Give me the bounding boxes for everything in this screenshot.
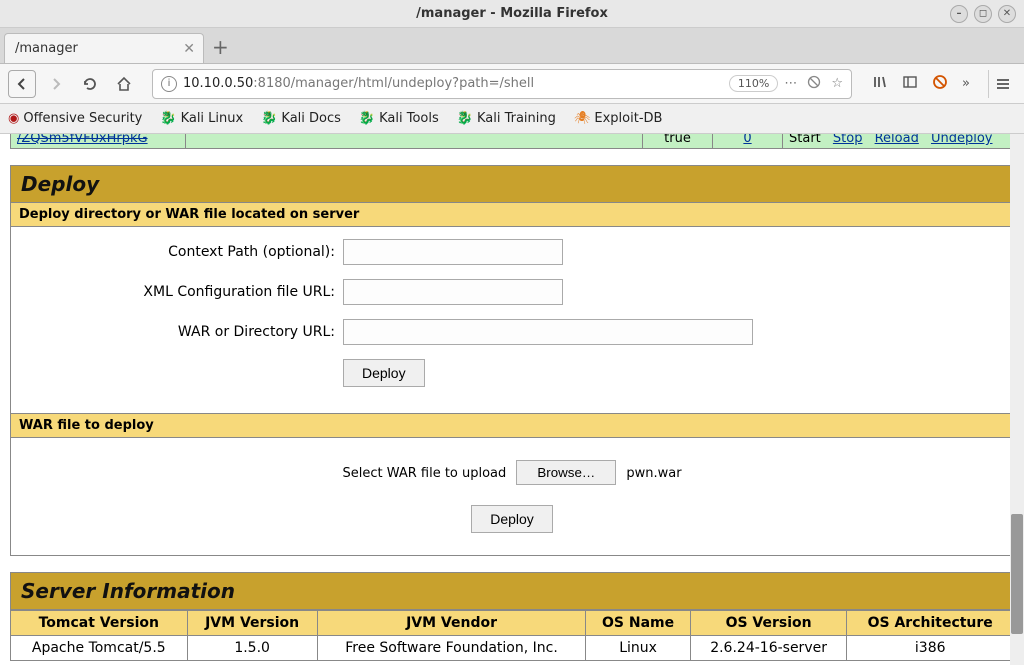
application-row: /ZQSm5fVF0xHrpkG true 0 Start Stop Reloa… [10, 134, 1014, 149]
browser-tab[interactable]: /manager ✕ [4, 33, 204, 63]
back-button[interactable] [8, 70, 36, 98]
library-icon[interactable] [872, 74, 888, 94]
tab-bar: /manager ✕ + [0, 28, 1024, 64]
bookmark-exploit-db[interactable]: 🕷 Exploit-DB [574, 111, 663, 126]
page-content: /ZQSm5fVF0xHrpkG true 0 Start Stop Reloa… [0, 134, 1024, 665]
deploy-button[interactable]: Deploy [343, 359, 425, 387]
deploy-section-title: Deploy [10, 165, 1014, 203]
window-title: /manager - Mozilla Firefox [416, 6, 608, 21]
val-os-version: 2.6.24-16-server [690, 636, 847, 661]
dragon-icon: 🐉 [457, 111, 473, 126]
app-undeploy-link[interactable]: Undeploy [931, 134, 993, 146]
selected-file: pwn.war [626, 466, 681, 481]
val-jvm-vendor: Free Software Foundation, Inc. [317, 636, 586, 661]
val-jvm-version: 1.5.0 [187, 636, 317, 661]
col-os-version: OS Version [690, 611, 847, 636]
col-os-name: OS Name [586, 611, 690, 636]
menu-button[interactable] [988, 70, 1016, 98]
bookmark-kali-docs[interactable]: 🐉 Kali Docs [261, 111, 341, 126]
server-info-table: Tomcat Version JVM Version JVM Vendor OS… [10, 610, 1014, 661]
val-os-name: Linux [586, 636, 690, 661]
server-info-title: Server Information [10, 572, 1014, 610]
col-tomcat: Tomcat Version [11, 611, 188, 636]
app-sessions-link[interactable]: 0 [743, 134, 751, 146]
url-text: 10.10.0.50:8180/manager/html/undeploy?pa… [183, 76, 723, 91]
val-os-arch: i386 [847, 636, 1014, 661]
dragon-icon: 🐉 [261, 111, 277, 126]
close-button[interactable]: ✕ [998, 5, 1016, 23]
zoom-badge[interactable]: 110% [729, 75, 778, 92]
col-os-arch: OS Architecture [847, 611, 1014, 636]
app-start: Start [789, 134, 821, 146]
bookmarks-bar: ◉ Offensive Security 🐉 Kali Linux 🐉 Kali… [0, 104, 1024, 134]
bookmark-kali-training[interactable]: 🐉 Kali Training [457, 111, 556, 126]
upload-deploy-button[interactable]: Deploy [471, 505, 553, 533]
dragon-icon: 🐉 [160, 111, 176, 126]
val-tomcat: Apache Tomcat/5.5 [11, 636, 188, 661]
dragon-icon: 🐉 [359, 111, 375, 126]
bookmark-kali-tools[interactable]: 🐉 Kali Tools [359, 111, 439, 126]
reload-button[interactable] [76, 70, 104, 98]
col-jvm-version: JVM Version [187, 611, 317, 636]
upload-label: Select WAR file to upload [342, 466, 506, 481]
overflow-icon[interactable]: » [962, 76, 970, 91]
context-path-label: Context Path (optional): [23, 244, 343, 260]
window-titlebar: /manager - Mozilla Firefox – ◻ ✕ [0, 0, 1024, 28]
app-path-link[interactable]: /ZQSm5fVF0xHrpkG [17, 134, 148, 146]
xml-url-label: XML Configuration file URL: [23, 284, 343, 300]
app-reload-link[interactable]: Reload [875, 134, 919, 146]
reader-mode-icon[interactable] [807, 75, 821, 93]
war-url-label: WAR or Directory URL: [23, 324, 343, 340]
forward-button[interactable] [42, 70, 70, 98]
new-tab-button[interactable]: + [212, 35, 229, 63]
url-bar[interactable]: i 10.10.0.50:8180/manager/html/undeploy?… [152, 69, 852, 99]
app-stop-link[interactable]: Stop [833, 134, 863, 146]
browse-button[interactable]: Browse… [516, 460, 616, 485]
navigation-bar: i 10.10.0.50:8180/manager/html/undeploy?… [0, 64, 1024, 104]
minimize-button[interactable]: – [950, 5, 968, 23]
maximize-button[interactable]: ◻ [974, 5, 992, 23]
war-upload-panel: Select WAR file to upload Browse… pwn.wa… [10, 438, 1014, 556]
tab-title: /manager [15, 41, 78, 56]
tab-close-icon[interactable]: ✕ [183, 41, 195, 57]
deploy-server-panel: Context Path (optional): XML Configurati… [10, 227, 1014, 414]
war-url-input[interactable] [343, 319, 753, 345]
home-button[interactable] [110, 70, 138, 98]
site-info-icon[interactable]: i [161, 76, 177, 92]
bookmark-kali-linux[interactable]: 🐉 Kali Linux [160, 111, 243, 126]
xml-url-input[interactable] [343, 279, 563, 305]
scrollbar-thumb[interactable] [1011, 514, 1023, 634]
war-upload-header: WAR file to deploy [10, 414, 1014, 438]
table-row: Apache Tomcat/5.5 1.5.0 Free Software Fo… [11, 636, 1014, 661]
app-running: true [643, 134, 713, 148]
deploy-server-header: Deploy directory or WAR file located on … [10, 203, 1014, 227]
context-path-input[interactable] [343, 239, 563, 265]
bookmark-star-icon[interactable]: ☆ [831, 76, 843, 91]
table-header-row: Tomcat Version JVM Version JVM Vendor OS… [11, 611, 1014, 636]
scrollbar[interactable] [1010, 134, 1024, 665]
bookmark-offsec[interactable]: ◉ Offensive Security [8, 111, 142, 126]
page-actions-icon[interactable]: ⋯ [784, 76, 797, 91]
sidebar-icon[interactable] [902, 74, 918, 94]
shield-icon: ◉ [8, 111, 19, 126]
noscript-icon[interactable] [932, 74, 948, 94]
col-jvm-vendor: JVM Vendor [317, 611, 586, 636]
spider-icon: 🕷 [574, 111, 591, 126]
